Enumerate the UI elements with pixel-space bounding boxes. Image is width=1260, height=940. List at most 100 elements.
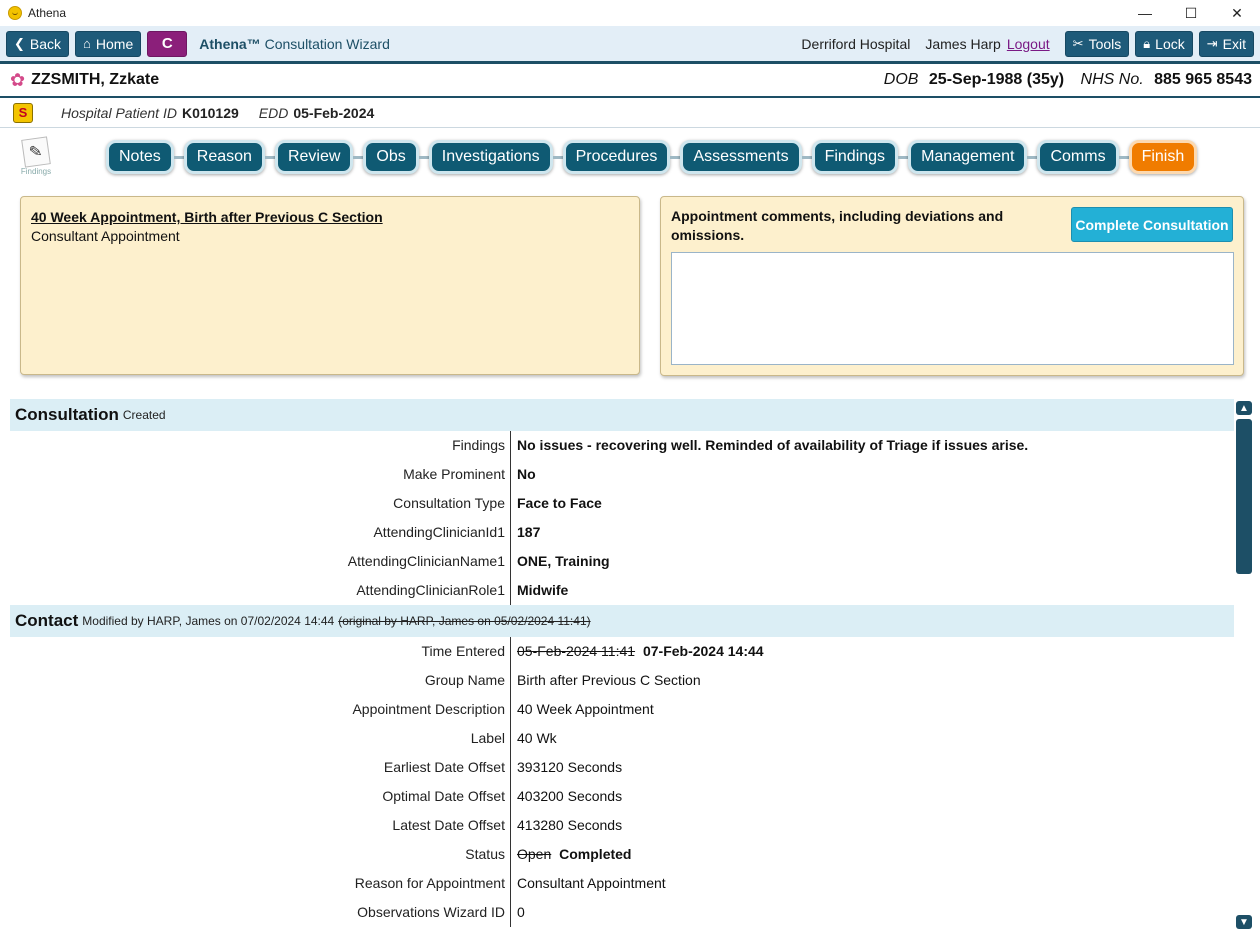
app-logo-icon: [8, 6, 22, 20]
chevron-left-icon: ❮: [14, 35, 25, 51]
alert-badge-icon[interactable]: S: [13, 102, 33, 123]
wizard-nav: Findings Notes Reason Review Obs Investi…: [0, 128, 1260, 186]
tab-review[interactable]: Review: [274, 140, 354, 174]
tab-management[interactable]: Management: [908, 140, 1028, 174]
detail-value: No: [510, 460, 1234, 489]
detail-value: Midwife: [510, 576, 1234, 605]
c-button[interactable]: C: [147, 30, 188, 57]
dob-label: DOB: [883, 71, 919, 88]
detail-row: Latest Date Offset 413280 Seconds: [10, 811, 1234, 840]
patient-identifiers: DOB 25-Sep-1988 (35y) NHS No. 885 965 85…: [884, 71, 1252, 89]
hospital-id-value: K010129: [181, 104, 239, 121]
details-scrollbar[interactable]: ▲ ▼: [1236, 401, 1252, 929]
wizard-tabs: Notes Reason Review Obs Investigations P…: [106, 140, 1198, 174]
wizard-brand: Athena™: [199, 35, 261, 52]
detail-row: Optimal Date Offset 403200 Seconds: [10, 782, 1234, 811]
detail-value: Consultant Appointment: [510, 869, 1234, 898]
exit-label: Exit: [1222, 35, 1246, 52]
tab-findings[interactable]: Findings: [811, 140, 899, 174]
detail-key: Earliest Date Offset: [383, 759, 505, 775]
detail-key: Reason for Appointment: [354, 875, 505, 891]
appointment-title[interactable]: 40 Week Appointment, Birth after Previou…: [31, 209, 629, 225]
comments-label: Appointment comments, including deviatio…: [671, 208, 1004, 243]
nhs-label: NHS No.: [1080, 71, 1144, 88]
patient-banner: ✿ ZZSMITH, Zzkate DOB 25-Sep-1988 (35y) …: [0, 64, 1260, 98]
tab-connector: [801, 155, 812, 159]
flower-icon: ✿: [10, 69, 26, 90]
detail-key: Status: [465, 846, 505, 862]
edd-value: 05-Feb-2024: [293, 104, 375, 121]
tab-comms[interactable]: Comms: [1037, 140, 1119, 174]
tab-procedures[interactable]: Procedures: [562, 140, 671, 174]
exit-icon: ⇥: [1206, 35, 1218, 51]
detail-key: Label: [470, 730, 505, 746]
edd-label: EDD: [258, 104, 289, 121]
detail-row: Reason for Appointment Consultant Appoin…: [10, 869, 1234, 898]
exit-button[interactable]: ⇥ Exit: [1198, 30, 1254, 57]
tools-button[interactable]: ✂ Tools: [1064, 30, 1130, 57]
toolbar-right: Derriford Hospital James Harp Logout ✂ T…: [801, 30, 1260, 57]
detail-key: Group Name: [424, 672, 505, 688]
detail-row: Observations Wizard ID 0: [10, 898, 1234, 927]
contact-original: (original by HARP, James on 05/02/2024 1…: [338, 614, 591, 628]
contact-title: Contact: [15, 611, 79, 630]
home-label: Home: [95, 35, 134, 52]
maximize-icon[interactable]: ☐: [1168, 0, 1214, 26]
back-button[interactable]: ❮ Back: [6, 30, 70, 57]
scroll-thumb[interactable]: [1236, 419, 1252, 574]
scroll-down-icon[interactable]: ▼: [1236, 915, 1252, 929]
detail-row: Consultation Type Face to Face: [10, 489, 1234, 518]
tab-reason[interactable]: Reason: [183, 140, 265, 174]
logout-link[interactable]: Logout: [1007, 36, 1050, 52]
detail-key: Optimal Date Offset: [382, 788, 505, 804]
detail-value: 403200 Seconds: [510, 782, 1234, 811]
comments-textarea[interactable]: [671, 252, 1234, 365]
tab-connector: [264, 155, 275, 159]
detail-value: 393120 Seconds: [510, 753, 1234, 782]
back-label: Back: [29, 35, 62, 52]
current-value: Completed: [559, 846, 632, 862]
detail-key: Time Entered: [421, 643, 505, 659]
tab-connector: [1027, 155, 1038, 159]
contact-section-header: Contact Modified by HARP, James on 07/02…: [10, 605, 1234, 637]
lock-label: Lock: [1155, 35, 1185, 52]
detail-key: AttendingClinicianRole1: [356, 582, 505, 598]
appointment-subtitle: Consultant Appointment: [31, 228, 180, 244]
detail-key: Make Prominent: [403, 466, 505, 482]
window-titlebar: Athena — ☐ ✕: [0, 0, 1260, 26]
detail-value: 40 Week Appointment: [510, 695, 1234, 724]
tab-connector: [173, 155, 184, 159]
tab-assessments[interactable]: Assessments: [680, 140, 802, 174]
main-toolbar: ❮ Back ⌂ Home C Athena™ Consultation Wiz…: [0, 26, 1260, 64]
appointment-card: 40 Week Appointment, Birth after Previou…: [20, 196, 640, 375]
detail-value: No issues - recovering well. Reminded of…: [510, 431, 1234, 460]
tab-notes[interactable]: Notes: [106, 140, 174, 174]
consultation-title: Consultation: [15, 405, 119, 424]
finish-button[interactable]: Finish: [1128, 140, 1198, 174]
complete-consultation-button[interactable]: Complete Consultation: [1071, 207, 1233, 242]
scroll-track[interactable]: [1236, 419, 1252, 911]
detail-row: AttendingClinicianName1 ONE, Training: [10, 547, 1234, 576]
close-icon[interactable]: ✕: [1214, 0, 1260, 26]
wizard-name: Consultation Wizard: [264, 35, 390, 52]
detail-key: Findings: [452, 437, 505, 453]
tab-investigations[interactable]: Investigations: [428, 140, 553, 174]
home-icon: ⌂: [83, 36, 91, 51]
detail-row: AttendingClinicianRole1 Midwife: [10, 576, 1234, 605]
wizard-title: Athena™ Consultation Wizard: [199, 36, 390, 52]
window-title: Athena: [28, 6, 67, 20]
minimize-icon[interactable]: —: [1122, 0, 1168, 26]
detail-value: 05-Feb-2024 11:41 07-Feb-2024 14:44: [510, 637, 1234, 666]
detail-row: Make Prominent No: [10, 460, 1234, 489]
detail-value: 187: [510, 518, 1234, 547]
notepad-icon: [21, 136, 51, 168]
tab-obs[interactable]: Obs: [363, 140, 419, 174]
lock-button[interactable]: 🔒︎ Lock: [1135, 30, 1193, 57]
tab-connector: [1118, 155, 1129, 159]
detail-key: AttendingClinicianId1: [373, 524, 505, 540]
home-button[interactable]: ⌂ Home: [75, 30, 142, 57]
detail-row: Appointment Description 40 Week Appointm…: [10, 695, 1234, 724]
detail-row: Time Entered 05-Feb-2024 11:41 07-Feb-20…: [10, 637, 1234, 666]
consultation-section-header: Consultation Created: [10, 399, 1234, 431]
scroll-up-icon[interactable]: ▲: [1236, 401, 1252, 415]
